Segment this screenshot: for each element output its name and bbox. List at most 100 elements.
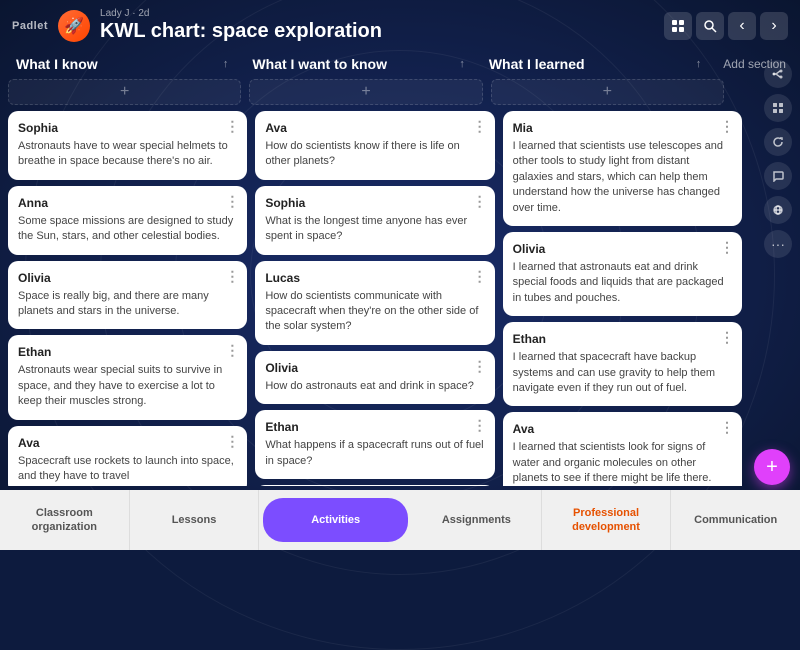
- card-menu-icon[interactable]: ⋮: [473, 194, 487, 208]
- card-ethan-3: Ethan I learned that spacecraft have bac…: [503, 322, 742, 406]
- card-name: Lucas: [265, 271, 484, 285]
- card-menu-icon[interactable]: ⋮: [720, 330, 734, 344]
- padlet-logo: Padlet: [12, 20, 48, 32]
- card-menu-icon[interactable]: ⋮: [225, 119, 239, 133]
- tab-communication[interactable]: Communication: [671, 490, 800, 550]
- card-liam: Liam What is the most dangerous thing ⋮: [255, 485, 494, 486]
- grid-icon: [671, 19, 685, 33]
- tab-classroom-org[interactable]: Classroom organization: [0, 490, 130, 550]
- forward-arrow-icon: ›: [771, 18, 776, 34]
- tab-professional-dev[interactable]: Professional development: [542, 490, 672, 550]
- card-menu-icon[interactable]: ⋮: [225, 343, 239, 357]
- card-ava-1: Ava Spacecraft use rockets to launch int…: [8, 426, 247, 486]
- card-name: Sophia: [18, 121, 237, 135]
- card-ava-2: Ava How do scientists know if there is l…: [255, 111, 494, 180]
- column-what-i-learned: Mia I learned that scientists use telesc…: [503, 111, 742, 486]
- col-count-3: ↑: [696, 58, 702, 70]
- add-card-col1[interactable]: +: [8, 79, 241, 105]
- card-lucas: Lucas How do scientists communicate with…: [255, 261, 494, 345]
- comment-button[interactable]: [764, 162, 792, 190]
- card-text: Space is really big, and there are many …: [18, 289, 237, 320]
- col-title-1: What I know: [16, 56, 98, 72]
- col-count-1: ↑: [223, 58, 229, 70]
- layout-button[interactable]: [764, 94, 792, 122]
- card-name: Olivia: [18, 271, 237, 285]
- col-count-2: ↑: [459, 58, 465, 70]
- col-header-what-i-want: What I want to know ↑: [244, 56, 472, 72]
- card-mia: Mia I learned that scientists use telesc…: [503, 111, 742, 226]
- add-card-col2[interactable]: +: [249, 79, 482, 105]
- column-what-i-want: Ava How do scientists know if there is l…: [255, 111, 494, 486]
- tab-bar: Classroom organization Lessons Activitie…: [0, 490, 800, 550]
- chat-icon: [772, 170, 784, 182]
- card-name: Ava: [265, 121, 484, 135]
- col-title-3: What I learned: [489, 56, 585, 72]
- card-name: Anna: [18, 196, 237, 210]
- card-menu-icon[interactable]: ⋮: [473, 359, 487, 373]
- card-menu-icon[interactable]: ⋮: [473, 418, 487, 432]
- card-text: Some space missions are designed to stud…: [18, 214, 237, 245]
- card-name: Ethan: [265, 420, 484, 434]
- card-text: How do scientists communicate with space…: [265, 289, 484, 335]
- tab-activities[interactable]: Activities: [263, 498, 408, 542]
- board-title: KWL chart: space exploration: [100, 20, 654, 43]
- card-name: Olivia: [265, 361, 484, 375]
- tab-lessons[interactable]: Lessons: [130, 490, 260, 550]
- card-menu-icon[interactable]: ⋮: [473, 119, 487, 133]
- share-button[interactable]: [764, 60, 792, 88]
- card-name: Ava: [18, 436, 237, 450]
- columns-container: Sophia Astronauts have to wear special h…: [8, 111, 792, 486]
- card-name: Sophia: [265, 196, 484, 210]
- card-text: Astronauts wear special suits to survive…: [18, 363, 237, 409]
- author-meta: Lady J · 2d: [100, 8, 654, 19]
- layout-icon: [772, 102, 784, 114]
- search-button[interactable]: [696, 12, 724, 40]
- add-card-col3[interactable]: +: [491, 79, 724, 105]
- card-menu-icon[interactable]: ⋮: [225, 194, 239, 208]
- search-icon: [703, 19, 717, 33]
- card-text: Spacecraft use rockets to launch into sp…: [18, 454, 237, 485]
- card-menu-icon[interactable]: ⋮: [720, 119, 734, 133]
- card-text: What is the longest time anyone has ever…: [265, 214, 484, 245]
- col-title-2: What I want to know: [252, 56, 387, 72]
- columns-header: What I know ↑ What I want to know ↑ What…: [8, 51, 792, 79]
- grid-view-button[interactable]: [664, 12, 692, 40]
- card-anna: Anna Some space missions are designed to…: [8, 186, 247, 255]
- globe-icon: [772, 204, 784, 216]
- header: Padlet 🚀 Lady J · 2d KWL chart: space ex…: [0, 0, 800, 51]
- card-olivia-3: Olivia I learned that astronauts eat and…: [503, 232, 742, 316]
- back-button[interactable]: ‹: [728, 12, 756, 40]
- column-what-i-know: Sophia Astronauts have to wear special h…: [8, 111, 247, 486]
- card-menu-icon[interactable]: ⋮: [225, 269, 239, 283]
- card-name: Ethan: [18, 345, 237, 359]
- refresh-button[interactable]: [764, 128, 792, 156]
- fab-add-button[interactable]: +: [754, 449, 790, 485]
- card-menu-icon[interactable]: ⋮: [473, 269, 487, 283]
- card-text: How do scientists know if there is life …: [265, 139, 484, 170]
- right-sidebar: ···: [764, 60, 792, 258]
- card-text: I learned that astronauts eat and drink …: [513, 260, 732, 306]
- col-header-what-i-know: What I know ↑: [8, 56, 236, 72]
- card-ethan-1: Ethan Astronauts wear special suits to s…: [8, 335, 247, 419]
- card-text: I learned that spacecraft have backup sy…: [513, 350, 732, 396]
- tab-assignments[interactable]: Assignments: [412, 490, 542, 550]
- card-sophia-1: Sophia Astronauts have to wear special h…: [8, 111, 247, 180]
- card-menu-icon[interactable]: ⋮: [225, 434, 239, 448]
- card-menu-icon[interactable]: ⋮: [720, 420, 734, 434]
- card-olivia-2: Olivia How do astronauts eat and drink i…: [255, 351, 494, 404]
- card-menu-icon[interactable]: ⋮: [720, 240, 734, 254]
- more-button[interactable]: ···: [764, 230, 792, 258]
- card-sophia-2: Sophia What is the longest time anyone h…: [255, 186, 494, 255]
- card-olivia-1: Olivia Space is really big, and there ar…: [8, 261, 247, 330]
- back-arrow-icon: ‹: [739, 18, 744, 34]
- card-name: Olivia: [513, 242, 732, 256]
- card-text: I learned that scientists look for signs…: [513, 440, 732, 486]
- col-header-what-i-learned: What I learned ↑: [481, 56, 709, 72]
- globe-button[interactable]: [764, 196, 792, 224]
- forward-button[interactable]: ›: [760, 12, 788, 40]
- board-area: What I know ↑ What I want to know ↑ What…: [0, 51, 800, 490]
- rocket-icon: 🚀: [58, 10, 90, 42]
- add-card-row: + + +: [8, 79, 792, 105]
- card-ethan-2: Ethan What happens if a spacecraft runs …: [255, 410, 494, 479]
- card-name: Ethan: [513, 332, 732, 346]
